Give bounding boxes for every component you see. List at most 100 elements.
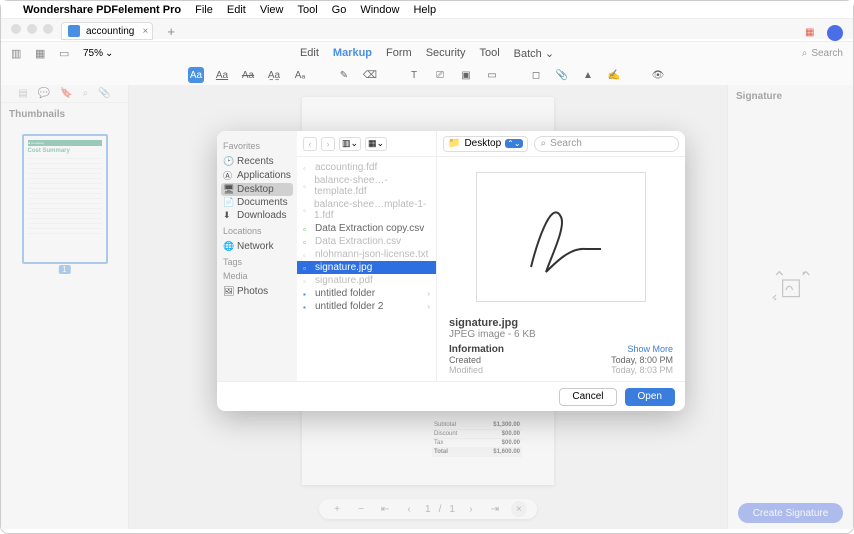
view-columns-button[interactable]: ▥⌄	[339, 137, 361, 151]
note-tool-icon[interactable]: ▣	[458, 67, 474, 83]
preview-meta: JPEG image - 6 KB	[449, 329, 673, 340]
menu-window[interactable]: Window	[360, 4, 399, 16]
file-preview-column: 📁 Desktop ⌃⌄ ⌕ Search signature.jpg	[437, 131, 685, 381]
preview-image-area	[437, 157, 685, 317]
tab-title: accounting	[86, 26, 134, 37]
pencil-tool-icon[interactable]: ✎	[336, 67, 352, 83]
sidebar-applications[interactable]: ⒶApplications	[221, 168, 293, 183]
signature-tool-icon[interactable]: ✍	[606, 67, 622, 83]
new-tab-button[interactable]: +	[167, 24, 175, 39]
downloads-icon: ⬇	[223, 210, 233, 221]
markup-toolbar: Aa Aa Aa A̰a̰ Aₐ ✎ ⌫ T ⎚ ▣ ▭ ◻ 📎 ▲ ✍ 👁	[1, 65, 853, 85]
network-icon: 🌐	[223, 241, 233, 252]
highlight-tool-icon[interactable]: Aa	[188, 67, 204, 83]
tab-edit[interactable]: Edit	[300, 47, 319, 60]
file-icon: ◦	[303, 206, 310, 214]
file-item[interactable]: ▫Data Extraction copy.csv	[297, 222, 436, 235]
view-options-button[interactable]: ▦⌄	[365, 137, 387, 151]
search-box[interactable]: ⌕ Search	[802, 48, 843, 59]
dialog-sidebar: Favorites 🕑Recents ⒶApplications 🖥Deskto…	[217, 131, 297, 381]
csv-file-icon: ▫	[303, 238, 311, 246]
file-icon: ◦	[303, 164, 311, 172]
apps-icon: Ⓐ	[223, 169, 233, 182]
menu-file[interactable]: File	[195, 4, 213, 16]
close-window-dot[interactable]	[11, 24, 21, 34]
image-file-icon: ▫	[303, 264, 311, 272]
tab-batch[interactable]: Batch ⌄	[514, 47, 554, 60]
preview-filename: signature.jpg	[449, 317, 673, 329]
minimize-window-dot[interactable]	[27, 24, 37, 34]
menu-tool[interactable]: Tool	[297, 4, 317, 16]
search-placeholder: Search	[550, 138, 582, 149]
preview-toolbar: 📁 Desktop ⌃⌄ ⌕ Search	[437, 131, 685, 157]
nav-back-button[interactable]: ‹	[303, 137, 317, 151]
dialog-footer: Cancel Open	[217, 381, 685, 411]
shapes-tool-icon[interactable]: ◻	[528, 67, 544, 83]
tab-tool[interactable]: Tool	[479, 47, 499, 60]
sidebar-documents[interactable]: 📄Documents	[221, 196, 293, 209]
close-tab-icon[interactable]: ×	[143, 26, 149, 37]
file-item[interactable]: ▫Data Extraction.csv	[297, 235, 436, 248]
menu-go[interactable]: Go	[332, 4, 347, 16]
show-more-link[interactable]: Show More	[627, 344, 673, 355]
chevron-right-icon: ›	[427, 289, 430, 298]
open-button[interactable]: Open	[625, 388, 675, 406]
tab-form[interactable]: Form	[386, 47, 412, 60]
dialog-search[interactable]: ⌕ Search	[534, 136, 679, 152]
file-item-folder[interactable]: ▪untitled folder 2›	[297, 300, 436, 313]
attachment-tool-icon[interactable]: 📎	[554, 67, 570, 83]
file-item-selected[interactable]: ▫signature.jpg	[297, 261, 436, 274]
file-item-folder[interactable]: ▪untitled folder›	[297, 287, 436, 300]
search-placeholder: Search	[811, 48, 843, 59]
underline-tool-icon[interactable]: Aa	[214, 67, 230, 83]
menu-help[interactable]: Help	[413, 4, 436, 16]
menu-view[interactable]: View	[260, 4, 284, 16]
top-toolbar: ▥ ▦ ▭ 75%⌄ Edit Markup Form Security Too…	[1, 41, 853, 65]
file-item[interactable]: ◦balance-shee…-template.fdf	[297, 174, 436, 198]
sidebar-downloads[interactable]: ⬇Downloads	[221, 209, 293, 222]
modified-value: Today, 8:03 PM	[611, 365, 673, 375]
created-label: Created	[449, 355, 481, 365]
area-tool-icon[interactable]: ▭	[484, 67, 500, 83]
cancel-button[interactable]: Cancel	[559, 388, 616, 406]
nav-forward-button[interactable]: ›	[321, 137, 335, 151]
eraser-tool-icon[interactable]: ⌫	[362, 67, 378, 83]
document-tabs: accounting × +	[61, 21, 175, 41]
page-view-icon[interactable]: ▭	[59, 47, 73, 61]
sidebar-recents[interactable]: 🕑Recents	[221, 155, 293, 168]
strikethrough-tool-icon[interactable]: Aa	[240, 67, 256, 83]
apps-grid-icon[interactable]: ▦	[805, 27, 819, 41]
photos-icon: 🖼	[223, 286, 233, 297]
sidebar-desktop[interactable]: 🖥Desktop	[221, 183, 293, 196]
location-dropdown[interactable]: 📁 Desktop ⌃⌄	[443, 136, 528, 152]
hide-tool-icon[interactable]: 👁	[650, 67, 666, 83]
documents-icon: 📄	[223, 197, 233, 208]
media-header: Media	[223, 271, 291, 281]
squiggly-tool-icon[interactable]: A̰a̰	[266, 67, 282, 83]
file-item[interactable]: ◦balance-shee…mplate-1-1.fdf	[297, 198, 436, 222]
macos-menubar: Wondershare PDFelement Pro File Edit Vie…	[1, 1, 853, 19]
tab-accounting[interactable]: accounting ×	[61, 22, 153, 40]
file-item[interactable]: ◦signature.pdf	[297, 274, 436, 287]
tab-markup[interactable]: Markup	[333, 47, 372, 60]
user-avatar[interactable]	[827, 25, 843, 41]
clock-icon: 🕑	[223, 156, 233, 167]
grid-view-icon[interactable]: ▦	[35, 47, 49, 61]
app-name[interactable]: Wondershare PDFelement Pro	[23, 4, 181, 16]
text-box-tool-icon[interactable]: T	[406, 67, 422, 83]
sidebar-network[interactable]: 🌐Network	[221, 240, 293, 253]
zoom-dropdown[interactable]: 75%⌄	[83, 48, 113, 59]
file-item[interactable]: ◦accounting.fdf	[297, 161, 436, 174]
sidebar-photos[interactable]: 🖼Photos	[221, 285, 293, 298]
stamp-tool-icon[interactable]: ▲	[580, 67, 596, 83]
sidebar-toggle-icon[interactable]: ▥	[11, 47, 25, 61]
tab-security[interactable]: Security	[426, 47, 466, 60]
signature-preview-image	[501, 187, 621, 287]
folder-icon: 📁	[448, 138, 460, 149]
caret-tool-icon[interactable]: Aₐ	[292, 67, 308, 83]
file-item[interactable]: ◦nlohmann-json-license.txt	[297, 248, 436, 261]
callout-tool-icon[interactable]: ⎚	[432, 67, 448, 83]
maximize-window-dot[interactable]	[43, 24, 53, 34]
menu-edit[interactable]: Edit	[227, 4, 246, 16]
pdf-file-icon	[68, 25, 80, 37]
